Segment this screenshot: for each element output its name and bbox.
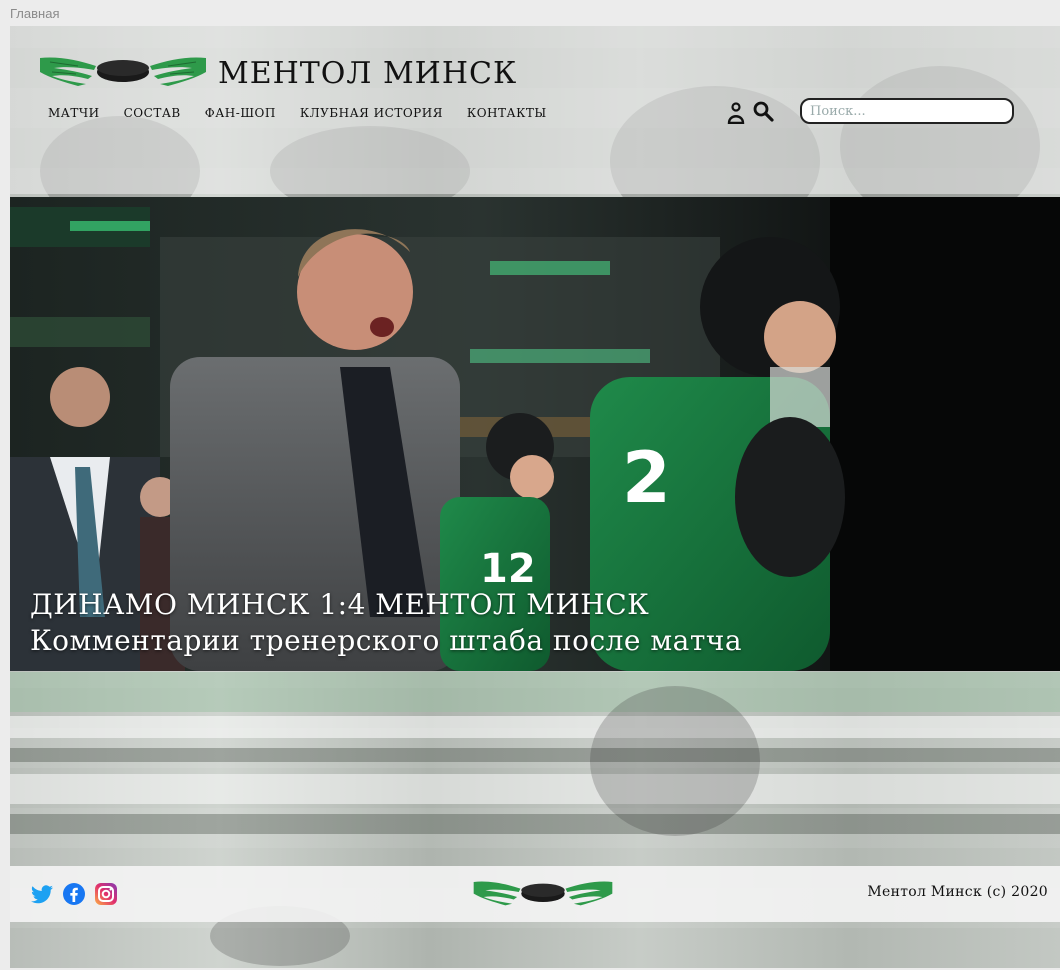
- nav-item-fanshop[interactable]: ФАН-ШОП: [205, 106, 276, 120]
- tab-title[interactable]: Главная: [10, 6, 59, 21]
- main-nav: МАТЧИ СОСТАВ ФАН-ШОП КЛУБНАЯ ИСТОРИЯ КОН…: [48, 106, 547, 120]
- hero-banner[interactable]: 12 2 ДИНАМО МИНСК 1:4 МЕНТОЛ МИНСК Комме…: [10, 197, 1060, 671]
- club-logo[interactable]: [38, 52, 208, 88]
- nav-item-history[interactable]: КЛУБНАЯ ИСТОРИЯ: [300, 106, 443, 120]
- facebook-icon[interactable]: [62, 882, 86, 906]
- search-icon[interactable]: [752, 100, 774, 122]
- nav-item-roster[interactable]: СОСТАВ: [124, 106, 181, 120]
- instagram-icon[interactable]: [94, 882, 118, 906]
- page: МЕНТОЛ МИНСК МАТЧИ СОСТАВ ФАН-ШОП КЛУБНА…: [10, 26, 1060, 968]
- copyright-text: Ментол Минск (c) 2020: [867, 884, 1048, 900]
- user-icon[interactable]: [726, 102, 746, 124]
- brand-name[interactable]: МЕНТОЛ МИНСК: [218, 56, 517, 91]
- nav-item-matches[interactable]: МАТЧИ: [48, 106, 100, 120]
- nav-item-contacts[interactable]: КОНТАКТЫ: [467, 106, 547, 120]
- svg-text:12: 12: [480, 546, 536, 592]
- browser-tab-bar: Главная: [0, 0, 1060, 26]
- social-links: [30, 882, 118, 906]
- site-footer: Ментол Минск (c) 2020: [10, 866, 1060, 922]
- footer-logo[interactable]: [472, 876, 614, 908]
- svg-text:2: 2: [622, 437, 671, 519]
- site-header: МЕНТОЛ МИНСК МАТЧИ СОСТАВ ФАН-ШОП КЛУБНА…: [10, 26, 1060, 194]
- twitter-icon[interactable]: [30, 882, 54, 906]
- search-input[interactable]: [800, 98, 1014, 124]
- hero-title[interactable]: ДИНАМО МИНСК 1:4 МЕНТОЛ МИНСК: [30, 587, 649, 623]
- hero-subtitle[interactable]: Комментарии тренерского штаба после матч…: [30, 623, 742, 659]
